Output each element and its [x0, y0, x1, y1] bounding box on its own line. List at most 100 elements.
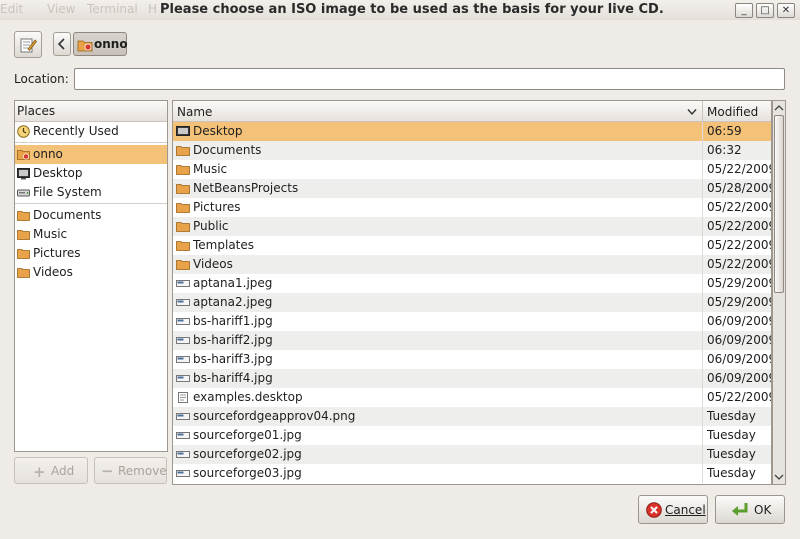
- cancel-label: Cancel: [665, 503, 706, 517]
- file-name: Music: [193, 162, 228, 176]
- file-row[interactable]: bs-hariff1.jpg 06/09/2009: [173, 312, 771, 331]
- desktop-icon: [176, 126, 190, 136]
- file-row[interactable]: Desktop 06:59: [173, 122, 771, 141]
- file-name: sourceforge01.jpg: [193, 428, 302, 442]
- image-thumb-icon: [176, 318, 190, 325]
- clock-icon: [17, 125, 30, 138]
- places-header[interactable]: Places: [15, 101, 167, 122]
- path-crumb-onno[interactable]: onno: [73, 32, 128, 56]
- scroll-up-arrow-icon[interactable]: [774, 104, 784, 112]
- file-row[interactable]: aptana2.jpeg 05/29/2009: [173, 293, 771, 312]
- file-row[interactable]: Public 05/22/2009: [173, 217, 771, 236]
- image-thumb-icon: [176, 470, 190, 477]
- file-list-scrollbar[interactable]: [772, 100, 786, 485]
- minimize-button[interactable]: _: [735, 3, 753, 18]
- image-thumb-icon: [176, 356, 190, 363]
- file-name: bs-hariff4.jpg: [193, 371, 273, 385]
- scroll-down-arrow-icon[interactable]: [774, 473, 784, 481]
- close-button[interactable]: ✕: [777, 3, 795, 18]
- ok-button[interactable]: OK: [715, 495, 785, 524]
- place-recently-used[interactable]: Recently Used: [15, 122, 167, 141]
- file-modified: 05/22/2009: [707, 390, 772, 404]
- folder-icon: [176, 146, 190, 156]
- place-desktop[interactable]: Desktop: [15, 164, 167, 183]
- remove-bookmark-button[interactable]: − Remove: [94, 457, 167, 484]
- place-pictures[interactable]: Pictures: [15, 244, 167, 263]
- file-row[interactable]: sourceforge03.jpg Tuesday: [173, 464, 771, 483]
- image-thumb-icon: [176, 337, 190, 344]
- folder-icon: [176, 165, 190, 175]
- file-row[interactable]: sourceforge01.jpg Tuesday: [173, 426, 771, 445]
- file-row[interactable]: bs-hariff2.jpg 06/09/2009: [173, 331, 771, 350]
- file-modified: 06/09/2009: [707, 352, 772, 366]
- column-divider: [702, 407, 703, 426]
- file-list: Name Modified Desktop 06:59 Documents 06:32…: [172, 100, 772, 485]
- file-modified: Tuesday: [707, 447, 756, 461]
- ghost-menu-item: H: [148, 2, 158, 16]
- place-music[interactable]: Music: [15, 225, 167, 244]
- cancel-button[interactable]: Cancel: [638, 495, 708, 524]
- location-input[interactable]: [74, 68, 785, 90]
- file-row[interactable]: NetBeansProjects 05/28/2009: [173, 179, 771, 198]
- file-row[interactable]: sourcefordgeapprov04.png Tuesday: [173, 407, 771, 426]
- file-modified: Tuesday: [707, 466, 756, 480]
- file-modified: 06/09/2009: [707, 333, 772, 347]
- file-name: examples.desktop: [193, 390, 303, 404]
- file-row[interactable]: Pictures 05/22/2009: [173, 198, 771, 217]
- scrollbar-thumb[interactable]: [774, 115, 784, 293]
- place-label: Documents: [33, 208, 102, 222]
- file-row[interactable]: Documents 06:32: [173, 141, 771, 160]
- column-divider: [702, 293, 703, 312]
- place-label: Recently Used: [33, 124, 119, 138]
- file-row[interactable]: Templates 05/22/2009: [173, 236, 771, 255]
- file-row[interactable]: Videos 05/22/2009: [173, 255, 771, 274]
- file-row[interactable]: sourceforge02.jpg Tuesday: [173, 445, 771, 464]
- column-divider: [702, 255, 703, 274]
- path-back-button[interactable]: [53, 32, 71, 56]
- place-videos[interactable]: Videos: [15, 263, 167, 282]
- ghost-menu-item: View: [47, 2, 76, 16]
- chevron-down-icon: [687, 109, 697, 116]
- column-divider: [702, 198, 703, 217]
- file-modified: Tuesday: [707, 428, 756, 442]
- file-row[interactable]: bs-hariff4.jpg 06/09/2009: [173, 369, 771, 388]
- file-name: NetBeansProjects: [193, 181, 299, 195]
- column-divider: [702, 445, 703, 464]
- place-label: Music: [33, 227, 68, 241]
- file-row[interactable]: aptana1.jpeg 05/29/2009: [173, 274, 771, 293]
- file-name: Templates: [193, 238, 255, 252]
- file-row[interactable]: bs-hariff3.jpg 06/09/2009: [173, 350, 771, 369]
- column-header-modified[interactable]: Modified: [703, 101, 771, 122]
- add-bookmark-button[interactable]: + Add: [14, 457, 88, 484]
- file-name: bs-hariff3.jpg: [193, 352, 273, 366]
- file-modified: 05/22/2009: [707, 200, 772, 214]
- cancel-icon: [646, 502, 662, 518]
- image-thumb-icon: [176, 299, 190, 306]
- file-name: Documents: [193, 143, 262, 157]
- place-documents[interactable]: Documents: [15, 206, 167, 225]
- place-onno[interactable]: onno: [15, 145, 167, 164]
- folder-icon: [176, 203, 190, 213]
- maximize-button[interactable]: □: [756, 3, 774, 18]
- file-modified: 06:32: [707, 143, 742, 157]
- column-divider: [702, 236, 703, 255]
- window-title: Please choose an ISO image to be used as…: [160, 2, 664, 17]
- type-location-button[interactable]: [14, 31, 42, 58]
- column-header-name[interactable]: Name: [173, 101, 703, 122]
- file-modified: 05/29/2009: [707, 295, 772, 309]
- file-row[interactable]: Music 05/22/2009: [173, 160, 771, 179]
- file-name: Public: [193, 219, 229, 233]
- ok-label: OK: [754, 503, 772, 517]
- image-thumb-icon: [176, 432, 190, 439]
- add-bookmark-label: Add: [51, 464, 75, 478]
- place-file-system[interactable]: File System: [15, 183, 167, 202]
- enter-arrow-icon: [732, 503, 748, 516]
- column-divider: [702, 274, 703, 293]
- column-divider: [702, 388, 703, 407]
- file-name: sourceforge03.jpg: [193, 466, 302, 480]
- file-row[interactable]: examples.desktop 05/22/2009: [173, 388, 771, 407]
- column-divider: [702, 312, 703, 331]
- folder-icon: [17, 211, 30, 221]
- column-divider: [702, 350, 703, 369]
- home-folder-icon: [77, 40, 93, 52]
